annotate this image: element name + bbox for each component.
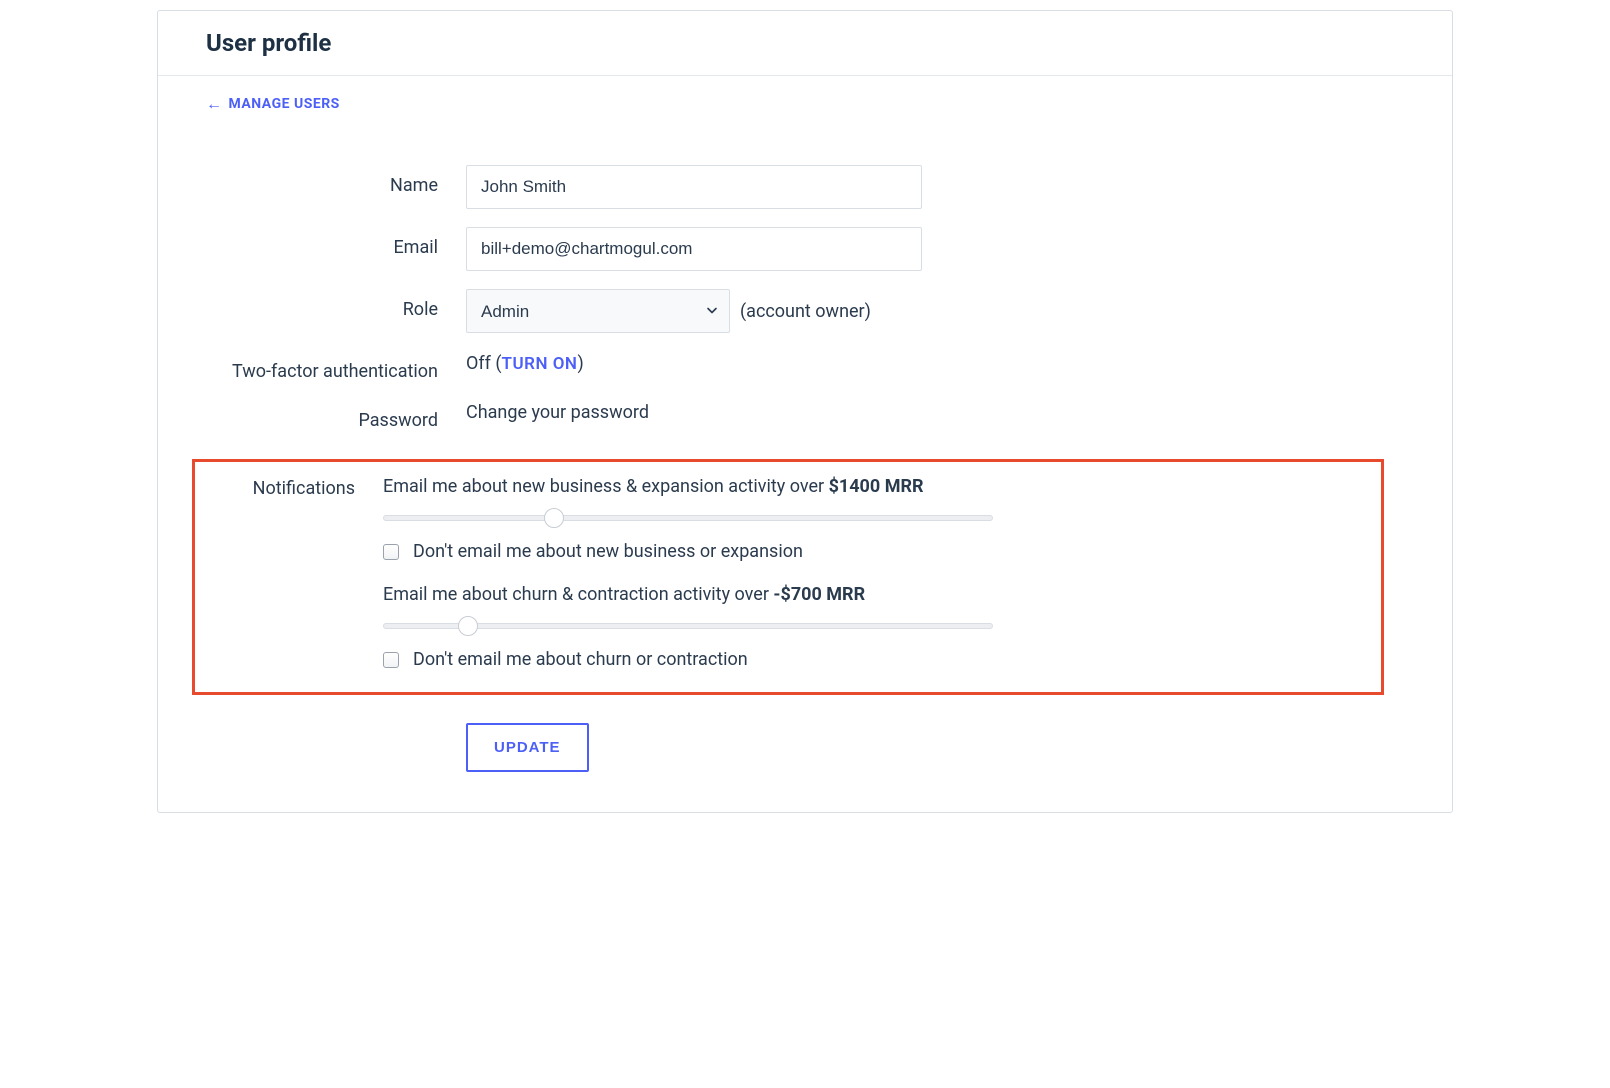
change-password-link[interactable]: Change your password	[466, 400, 649, 423]
expansion-threshold-text: Email me about new business & expansion …	[383, 476, 1367, 497]
password-label: Password	[206, 400, 466, 431]
twofa-row: Two-factor authentication Off (Turn On)	[206, 351, 1404, 382]
arrow-left-icon: ←	[206, 96, 223, 112]
notifications-area: Email me about new business & expansion …	[383, 476, 1367, 670]
churn-notification-block: Email me about churn & contraction activ…	[383, 584, 1367, 670]
churn-optout-row: Don't email me about churn or contractio…	[383, 649, 1367, 670]
slider-track	[383, 515, 993, 521]
expansion-optout-label: Don't email me about new business or exp…	[413, 541, 803, 562]
twofa-status: Off (Turn On)	[466, 351, 584, 374]
profile-form: Name Email Role Admin	[206, 165, 1404, 772]
churn-optout-checkbox[interactable]	[383, 652, 399, 668]
notifications-highlight: Notifications Email me about new busines…	[192, 459, 1384, 695]
role-row: Role Admin (account owner)	[206, 289, 1404, 333]
twofa-status-prefix: Off (	[466, 353, 502, 374]
slider-thumb[interactable]	[458, 616, 478, 636]
email-row: Email	[206, 227, 1404, 271]
name-row: Name	[206, 165, 1404, 209]
email-input[interactable]	[466, 227, 922, 271]
role-select[interactable]: Admin	[466, 289, 730, 333]
submit-row: Update	[466, 723, 1404, 772]
churn-threshold-slider[interactable]	[383, 617, 993, 635]
notifications-row: Notifications Email me about new busines…	[206, 459, 1404, 695]
name-input[interactable]	[466, 165, 922, 209]
name-label: Name	[206, 165, 466, 196]
churn-threshold-text: Email me about churn & contraction activ…	[383, 584, 1367, 605]
churn-optout-label: Don't email me about churn or contractio…	[413, 649, 748, 670]
page-title: User profile	[206, 29, 1404, 57]
update-button[interactable]: Update	[466, 723, 589, 772]
notifications-label: Notifications	[209, 476, 383, 499]
panel-header: User profile	[158, 11, 1452, 76]
twofa-status-suffix: )	[577, 353, 583, 374]
password-row: Password Change your password	[206, 400, 1404, 431]
churn-text-prefix: Email me about churn & contraction activ…	[383, 584, 773, 605]
slider-thumb[interactable]	[544, 508, 564, 528]
manage-users-link[interactable]: ← Manage Users	[206, 96, 340, 112]
panel-body: ← Manage Users Name Email Role	[158, 76, 1452, 812]
role-note: (account owner)	[740, 301, 871, 322]
user-profile-panel: User profile ← Manage Users Name Email	[157, 10, 1453, 813]
expansion-notification-block: Email me about new business & expansion …	[383, 476, 1367, 562]
expansion-optout-row: Don't email me about new business or exp…	[383, 541, 1367, 562]
expansion-optout-checkbox[interactable]	[383, 544, 399, 560]
churn-threshold-value: -$700 MRR	[773, 584, 865, 605]
manage-users-label: Manage Users	[229, 96, 340, 112]
twofa-label: Two-factor authentication	[206, 351, 466, 382]
expansion-threshold-slider[interactable]	[383, 509, 993, 527]
role-label: Role	[206, 289, 466, 320]
expansion-text-prefix: Email me about new business & expansion …	[383, 476, 829, 497]
twofa-turn-on-link[interactable]: Turn On	[502, 354, 578, 374]
email-label: Email	[206, 227, 466, 258]
expansion-threshold-value: $1400 MRR	[829, 476, 924, 497]
